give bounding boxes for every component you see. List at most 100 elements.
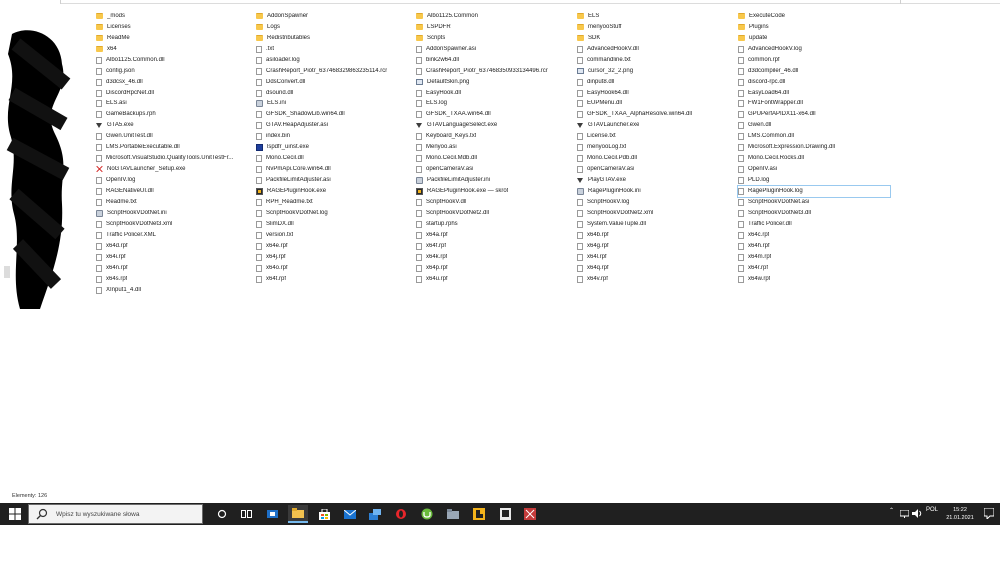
taskbar-app-store[interactable]: [314, 505, 334, 523]
file-item[interactable]: x64w.rpf: [738, 274, 888, 285]
file-item[interactable]: ScriptHookVDotNet3.xml: [96, 219, 246, 230]
file-item[interactable]: x64f.rpf: [416, 241, 566, 252]
file-item[interactable]: Mono.Cecil.Rocks.dll: [738, 153, 888, 164]
file-item[interactable]: FW1FontWrapper.dll: [738, 99, 888, 110]
file-item[interactable]: x64g.rpf: [577, 241, 727, 252]
file-item[interactable]: XInput1_4.dll: [96, 285, 246, 296]
start-button[interactable]: [6, 507, 24, 521]
notifications-icon[interactable]: [984, 508, 994, 519]
file-item[interactable]: x64p.rpf: [416, 263, 566, 274]
file-item[interactable]: ScriptHookVDotNet3.dll: [738, 208, 888, 219]
file-item[interactable]: ScriptHookVDotNet.ini: [96, 208, 246, 219]
file-item[interactable]: x64b.rpf: [577, 230, 727, 241]
folder-item[interactable]: Redistributables: [256, 33, 406, 44]
file-item[interactable]: EasyHook64.dll: [577, 88, 727, 99]
file-item[interactable]: Microsoft.VisualStudio.QualityTools.Unit…: [96, 153, 246, 164]
file-item[interactable]: Mono.Cecil.Pdb.dll: [577, 153, 727, 164]
file-item[interactable]: x64r.rpf: [738, 263, 888, 274]
file-item[interactable]: openCameraV.asi: [416, 164, 566, 175]
file-item[interactable]: d3dcompiler_46.dll: [738, 66, 888, 77]
file-item[interactable]: GTA5.exe: [96, 121, 246, 132]
file-item[interactable]: RAGENativeUI.dll: [96, 186, 246, 197]
file-item[interactable]: x64e.rpf: [256, 241, 406, 252]
file-item[interactable]: d3dcsx_46.dll: [96, 77, 246, 88]
search-box[interactable]: Wpisz tu wyszukiwane słowa: [28, 504, 203, 524]
file-item[interactable]: Albo1125.Common.dll: [96, 55, 246, 66]
file-item[interactable]: PackfileLimitAdjuster.ini: [416, 175, 566, 186]
nav-scrollbar[interactable]: [4, 266, 10, 278]
file-item[interactable]: RPH_Readme.txt: [256, 197, 406, 208]
file-item[interactable]: CrashReport_Piotr_637468329863235114.rcr: [256, 66, 406, 77]
file-item[interactable]: Traffic Policer.XML: [96, 230, 246, 241]
folder-item[interactable]: Logs: [256, 22, 406, 33]
folder-item[interactable]: Scripts: [416, 33, 566, 44]
file-item[interactable]: ScriptHookV.dll: [416, 197, 566, 208]
file-item[interactable]: ELS.asi: [96, 99, 246, 110]
file-item[interactable]: System.ValueTuple.dll: [577, 219, 727, 230]
file-item[interactable]: DiscordRpcNet.dll: [96, 88, 246, 99]
taskbar-app-snipping[interactable]: [520, 505, 540, 523]
file-item[interactable]: GameBackups.rph: [96, 110, 246, 121]
folder-item[interactable]: menyooStuff: [577, 22, 727, 33]
folder-item[interactable]: AddonSpawner: [256, 11, 406, 22]
file-item[interactable]: Mono.Cecil.dll: [256, 153, 406, 164]
file-item[interactable]: SlimDX.dll: [256, 219, 406, 230]
file-item[interactable]: GPUPerfAPIDX11-x64.dll: [738, 110, 888, 121]
file-item[interactable]: GTAVLanguageSelect.exe: [416, 121, 566, 132]
file-item[interactable]: License.txt: [577, 131, 727, 142]
file-item[interactable]: x64n.rpf: [96, 263, 246, 274]
file-item[interactable]: x64h.rpf: [738, 241, 888, 252]
file-item[interactable]: lspdfr_uinst.exe: [256, 142, 406, 153]
folder-item[interactable]: Licenses: [96, 22, 246, 33]
file-item[interactable]: x64k.rpf: [416, 252, 566, 263]
file-item[interactable]: bink2w64.dll: [416, 55, 566, 66]
file-item[interactable]: EasyHook.dll: [416, 88, 566, 99]
file-item[interactable]: commandline.txt: [577, 55, 727, 66]
file-item[interactable]: DdsConvert.dll: [256, 77, 406, 88]
folder-item[interactable]: _mods: [96, 11, 246, 22]
file-item[interactable]: GTAV.HeapAdjuster.asi: [256, 121, 406, 132]
file-item[interactable]: common.rpf: [738, 55, 888, 66]
file-item[interactable]: EasyLoad64.dll: [738, 88, 888, 99]
taskbar-app-generic[interactable]: [365, 505, 385, 523]
file-item[interactable]: .txt: [256, 44, 406, 55]
file-item[interactable]: Gwen.dll: [738, 121, 888, 132]
taskbar-app-media[interactable]: [262, 505, 282, 523]
file-item[interactable]: RAGEPluginHook.exe — skrót: [416, 186, 566, 197]
file-item[interactable]: dsound.dll: [256, 88, 406, 99]
taskbar-app-utorrent[interactable]: [417, 505, 437, 523]
file-item[interactable]: LMS.Common.dll: [738, 131, 888, 142]
file-item[interactable]: AdvancedHookV.dll: [577, 44, 727, 55]
file-item[interactable]: ScriptHookVDotNet2.xml: [577, 208, 727, 219]
volume-icon[interactable]: [912, 509, 922, 518]
file-item[interactable]: NoGTAVLauncher_Setup.exe: [96, 164, 246, 175]
file-item[interactable]: x64j.rpf: [256, 252, 406, 263]
file-item[interactable]: GFSDK_ShadowLib.win64.dll: [256, 110, 406, 121]
file-item[interactable]: OpenIV.log: [96, 175, 246, 186]
file-item[interactable]: ELS.ini: [256, 99, 406, 110]
language-indicator[interactable]: POL: [926, 507, 938, 513]
file-item[interactable]: PlayGTAV.exe: [577, 175, 727, 186]
file-item[interactable]: DefaultSkin.png: [416, 77, 566, 88]
file-item[interactable]: CrashReport_Piotr_637468350933134496.rcr: [416, 66, 566, 77]
file-item[interactable]: x64l.rpf: [577, 252, 727, 263]
file-item[interactable]: ELS.log: [416, 99, 566, 110]
folder-item[interactable]: Plugins: [738, 22, 888, 33]
network-icon[interactable]: [900, 510, 909, 518]
taskbar-app-rockstar[interactable]: [469, 505, 489, 523]
file-item[interactable]: LMS.PortableExecutable.dll: [96, 142, 246, 153]
file-item[interactable]: Menyoo.asi: [416, 142, 566, 153]
file-item[interactable]: x64m.rpf: [738, 252, 888, 263]
folder-item[interactable]: ExecuteCode: [738, 11, 888, 22]
file-item[interactable]: asiloader.log: [256, 55, 406, 66]
task-view-button[interactable]: [236, 505, 256, 523]
taskbar-app-epic[interactable]: [495, 505, 515, 523]
file-item[interactable]: RagePluginHook.log: [737, 185, 891, 198]
file-item[interactable]: ScriptHookVDotNet2.dll: [416, 208, 566, 219]
navigation-pane[interactable]: [0, 4, 90, 494]
taskbar-app-file-explorer[interactable]: [288, 505, 308, 523]
folder-item[interactable]: LSPDFR: [416, 22, 566, 33]
file-item[interactable]: Traffic Policer.dll: [738, 219, 888, 230]
file-item[interactable]: x64c.rpf: [738, 230, 888, 241]
file-item[interactable]: cursor_32_2.png: [577, 66, 727, 77]
